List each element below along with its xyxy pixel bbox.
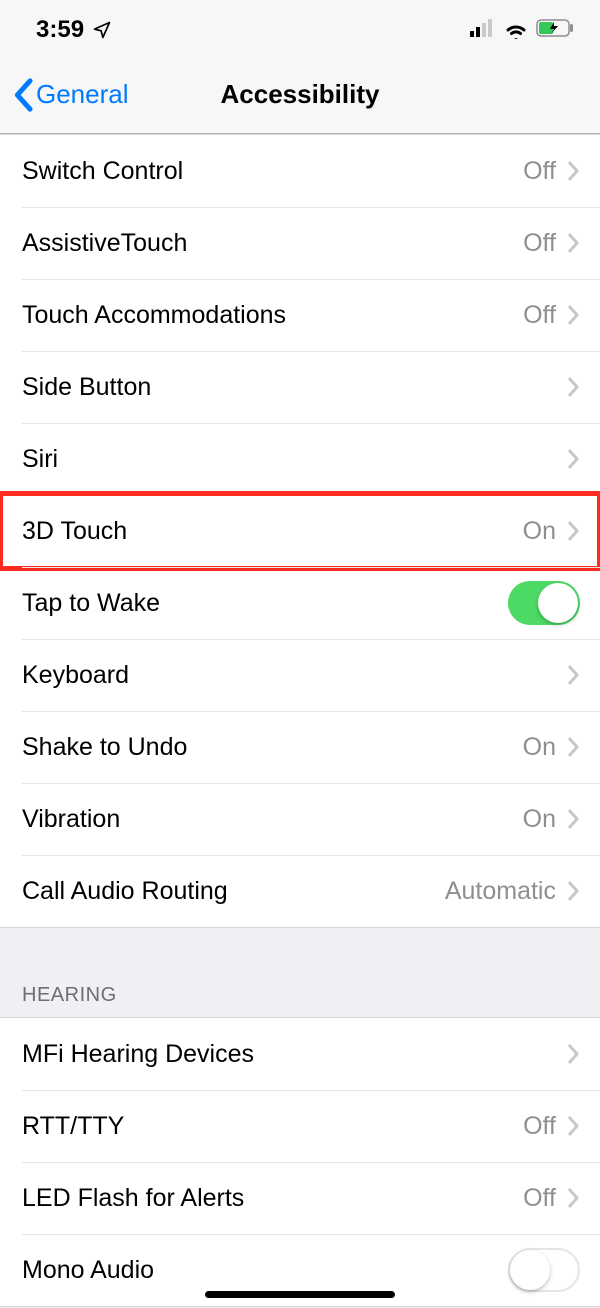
home-indicator[interactable] bbox=[205, 1291, 395, 1298]
section-interaction: Switch Control Off AssistiveTouch Off To… bbox=[0, 134, 600, 928]
row-vibration[interactable]: Vibration On bbox=[0, 783, 600, 855]
row-rtt-tty[interactable]: RTT/TTY Off bbox=[0, 1090, 600, 1162]
row-label: Keyboard bbox=[22, 661, 556, 690]
status-bar: 3:59 bbox=[0, 0, 600, 56]
back-label: General bbox=[36, 79, 129, 110]
nav-bar: General Accessibility bbox=[0, 56, 600, 134]
row-label: AssistiveTouch bbox=[22, 229, 523, 258]
toggle-mono-audio[interactable] bbox=[508, 1248, 580, 1292]
row-led-flash-for-alerts[interactable]: LED Flash for Alerts Off bbox=[0, 1162, 600, 1234]
chevron-right-icon bbox=[566, 1114, 580, 1138]
status-left: 3:59 bbox=[36, 16, 112, 44]
chevron-right-icon bbox=[566, 807, 580, 831]
chevron-right-icon bbox=[566, 735, 580, 759]
row-3d-touch[interactable]: 3D Touch On bbox=[0, 495, 600, 567]
row-label: Touch Accommodations bbox=[22, 301, 523, 330]
row-value: Off bbox=[523, 1112, 556, 1141]
row-label: LED Flash for Alerts bbox=[22, 1184, 523, 1213]
row-label: Switch Control bbox=[22, 157, 523, 186]
row-label: Tap to Wake bbox=[22, 589, 508, 618]
row-label: Siri bbox=[22, 445, 556, 474]
chevron-right-icon bbox=[566, 303, 580, 327]
row-value: On bbox=[523, 517, 556, 546]
chevron-right-icon bbox=[566, 1186, 580, 1210]
row-mfi-hearing-devices[interactable]: MFi Hearing Devices bbox=[0, 1018, 600, 1090]
status-time: 3:59 bbox=[36, 16, 84, 44]
row-value: Automatic bbox=[445, 877, 556, 906]
toggle-tap-to-wake[interactable] bbox=[508, 581, 580, 625]
row-label: Vibration bbox=[22, 805, 523, 834]
wifi-icon bbox=[504, 21, 528, 39]
row-tap-to-wake[interactable]: Tap to Wake bbox=[0, 567, 600, 639]
chevron-left-icon bbox=[12, 78, 34, 112]
row-value: Off bbox=[523, 157, 556, 186]
chevron-right-icon bbox=[566, 375, 580, 399]
location-icon bbox=[92, 20, 112, 40]
cellular-signal-icon bbox=[470, 19, 496, 42]
row-keyboard[interactable]: Keyboard bbox=[0, 639, 600, 711]
chevron-right-icon bbox=[566, 159, 580, 183]
chevron-right-icon bbox=[566, 231, 580, 255]
row-label: Mono Audio bbox=[22, 1256, 508, 1285]
back-button[interactable]: General bbox=[0, 78, 129, 112]
row-label: 3D Touch bbox=[22, 517, 523, 546]
row-label: MFi Hearing Devices bbox=[22, 1040, 556, 1069]
chevron-right-icon bbox=[566, 447, 580, 471]
row-value: Off bbox=[523, 229, 556, 258]
row-side-button[interactable]: Side Button bbox=[0, 351, 600, 423]
row-assistivetouch[interactable]: AssistiveTouch Off bbox=[0, 207, 600, 279]
row-label: Shake to Undo bbox=[22, 733, 523, 762]
row-call-audio-routing[interactable]: Call Audio Routing Automatic bbox=[0, 855, 600, 927]
row-siri[interactable]: Siri bbox=[0, 423, 600, 495]
row-shake-to-undo[interactable]: Shake to Undo On bbox=[0, 711, 600, 783]
row-value: On bbox=[523, 733, 556, 762]
chevron-right-icon bbox=[566, 879, 580, 903]
chevron-right-icon bbox=[566, 663, 580, 687]
battery-charging-icon bbox=[536, 19, 574, 42]
status-right bbox=[470, 19, 574, 42]
chevron-right-icon bbox=[566, 1042, 580, 1066]
row-touch-accommodations[interactable]: Touch Accommodations Off bbox=[0, 279, 600, 351]
row-value: Off bbox=[523, 301, 556, 330]
row-label: Side Button bbox=[22, 373, 556, 402]
row-label: Call Audio Routing bbox=[22, 877, 445, 906]
section-header-hearing: HEARING bbox=[0, 928, 600, 1017]
row-value: On bbox=[523, 805, 556, 834]
row-label: RTT/TTY bbox=[22, 1112, 523, 1141]
row-switch-control[interactable]: Switch Control Off bbox=[0, 135, 600, 207]
chevron-right-icon bbox=[566, 519, 580, 543]
settings-list: Switch Control Off AssistiveTouch Off To… bbox=[0, 134, 600, 1308]
section-hearing: MFi Hearing Devices RTT/TTY Off LED Flas… bbox=[0, 1017, 600, 1307]
row-value: Off bbox=[523, 1184, 556, 1213]
